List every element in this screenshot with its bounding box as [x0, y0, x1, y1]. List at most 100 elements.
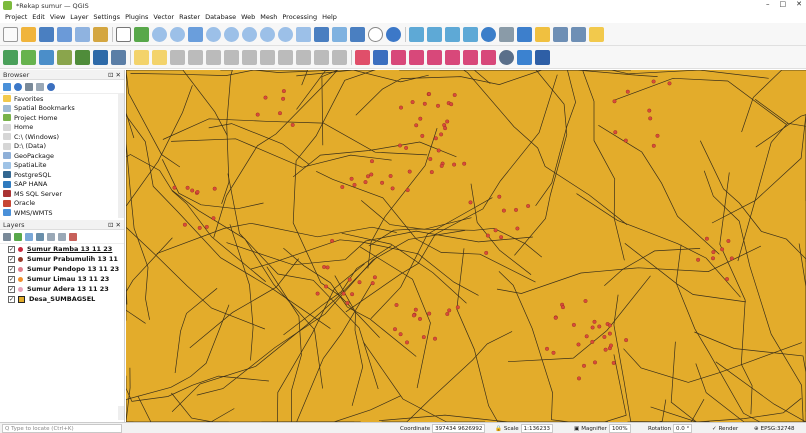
- save-edits-icon[interactable]: [170, 49, 185, 65]
- temporal-controller-icon[interactable]: [368, 26, 383, 42]
- browser-item-oracle[interactable]: Oracle: [0, 199, 124, 209]
- save-as-icon[interactable]: [57, 26, 72, 42]
- scale-lock-icon[interactable]: 🔒: [495, 426, 502, 432]
- menu-processing[interactable]: Processing: [282, 13, 317, 21]
- menu-raster[interactable]: Raster: [179, 13, 200, 21]
- layer-visibility-checkbox[interactable]: ✓: [8, 245, 15, 253]
- sum-icon[interactable]: [535, 26, 550, 42]
- pan-to-selection-icon[interactable]: [134, 26, 149, 42]
- browser-item-saphana[interactable]: SAP HANA: [0, 180, 124, 190]
- field-calculator-icon[interactable]: [481, 26, 496, 42]
- browser-item-geopackage[interactable]: GeoPackage: [0, 151, 124, 161]
- new-geopackage-icon[interactable]: [21, 49, 36, 65]
- layer-desa-sumbagsel[interactable]: ✓ Desa_SUMBAGSEL: [0, 294, 124, 304]
- print-layout-icon[interactable]: [75, 26, 90, 42]
- layer-sumur-pendopo[interactable]: ✓ Sumur Pendopo 13 11 23: [0, 264, 124, 274]
- crs-button[interactable]: EPSG:32748: [761, 426, 795, 432]
- layer-visibility-checkbox[interactable]: ✓: [8, 265, 15, 273]
- filter-icon[interactable]: [25, 82, 33, 91]
- layer-sumur-adera[interactable]: ✓ Sumur Adera 13 11 23: [0, 284, 124, 294]
- layer-visibility-checkbox[interactable]: ✓: [8, 255, 15, 263]
- map-canvas[interactable]: [126, 70, 806, 422]
- browser-item-favorites[interactable]: Favorites: [0, 94, 124, 104]
- pan-icon[interactable]: [116, 26, 131, 42]
- copy-features-icon[interactable]: [278, 49, 293, 65]
- vertex-tool-icon[interactable]: [206, 49, 221, 65]
- browser-item-d-drive[interactable]: D:\ (Data): [0, 142, 124, 152]
- menu-web[interactable]: Web: [241, 13, 255, 21]
- maximize-button[interactable]: □: [780, 0, 787, 8]
- filter-legend-icon[interactable]: [36, 232, 44, 241]
- diagram-move-icon[interactable]: [463, 49, 478, 65]
- menu-view[interactable]: View: [50, 13, 65, 21]
- zoom-in-icon[interactable]: [152, 26, 167, 42]
- new-3d-view-icon[interactable]: [314, 26, 329, 42]
- menu-settings[interactable]: Settings: [93, 13, 120, 21]
- cut-features-icon[interactable]: [260, 49, 275, 65]
- magnifier-value[interactable]: 100%: [608, 424, 631, 433]
- menu-vector[interactable]: Vector: [153, 13, 174, 21]
- refresh-icon[interactable]: [14, 82, 22, 91]
- browser-item-project-home[interactable]: Project Home: [0, 113, 124, 123]
- digitize-icon[interactable]: [188, 49, 203, 65]
- delete-selected-icon[interactable]: [242, 49, 257, 65]
- plugin-icon[interactable]: [499, 49, 514, 65]
- edit-pencil-icon[interactable]: [134, 49, 149, 65]
- browser-item-home[interactable]: Home: [0, 123, 124, 133]
- menu-project[interactable]: Project: [5, 13, 27, 21]
- processing-toolbox-icon[interactable]: [499, 26, 514, 42]
- open-project-icon[interactable]: [21, 26, 36, 42]
- map-tips-icon[interactable]: [589, 26, 604, 42]
- label-pin-icon[interactable]: [373, 49, 388, 65]
- new-shapefile-icon[interactable]: [39, 49, 54, 65]
- layer-sumur-limau[interactable]: ✓ Sumur Limau 13 11 23: [0, 274, 124, 284]
- zoom-native-icon[interactable]: [242, 26, 257, 42]
- add-mesh-icon[interactable]: [111, 49, 126, 65]
- new-project-icon[interactable]: [3, 26, 18, 42]
- layers-scrollbar[interactable]: [118, 406, 124, 420]
- layer-sumur-prabumulih[interactable]: ✓ Sumur Prabumulih 13 11: [0, 254, 124, 264]
- info-icon[interactable]: [47, 82, 55, 91]
- locator-search-input[interactable]: Q Type to locate (Ctrl+K): [2, 424, 122, 433]
- measure-icon[interactable]: [553, 26, 568, 42]
- browser-item-spatialite[interactable]: SpatiaLite: [0, 161, 124, 171]
- manage-visibility-icon[interactable]: [25, 232, 33, 241]
- render-checkbox[interactable]: ✓: [712, 426, 717, 432]
- scale-value[interactable]: 1:136233: [520, 424, 554, 433]
- coordinate-value[interactable]: 397434 9626992: [432, 424, 486, 433]
- panel-close-icon[interactable]: ⊡ ✕: [108, 71, 121, 79]
- zoom-out-icon[interactable]: [170, 26, 185, 42]
- undo-icon[interactable]: [314, 49, 329, 65]
- layout-manager-icon[interactable]: [535, 49, 550, 65]
- redo-icon[interactable]: [332, 49, 347, 65]
- layer-styling-icon[interactable]: [3, 232, 11, 241]
- new-spatialite-icon[interactable]: [57, 49, 72, 65]
- add-raster-icon[interactable]: [93, 49, 108, 65]
- statistics-icon[interactable]: [517, 26, 532, 42]
- toggle-editing-icon[interactable]: [152, 49, 167, 65]
- zoom-full-icon[interactable]: [188, 26, 203, 42]
- deselect-icon[interactable]: [463, 26, 478, 42]
- zoom-last-icon[interactable]: [260, 26, 275, 42]
- browser-item-wms[interactable]: WMS/WMTS: [0, 208, 124, 218]
- zoom-layer-icon[interactable]: [224, 26, 239, 42]
- style-manager-icon[interactable]: [93, 26, 108, 42]
- show-bookmarks-icon[interactable]: [350, 26, 365, 42]
- attribute-table-icon[interactable]: [427, 26, 442, 42]
- panel-close-icon[interactable]: ⊡ ✕: [108, 221, 121, 229]
- menu-edit[interactable]: Edit: [32, 13, 45, 21]
- menu-mesh[interactable]: Mesh: [260, 13, 277, 21]
- remove-layer-icon[interactable]: [69, 232, 77, 241]
- menu-layer[interactable]: Layer: [70, 13, 88, 21]
- layer-visibility-checkbox[interactable]: ✓: [8, 275, 15, 283]
- bookmark-icon[interactable]: [332, 26, 347, 42]
- rotation-value[interactable]: 0.0 °: [673, 424, 693, 433]
- data-source-manager-icon[interactable]: [3, 49, 18, 65]
- browser-item-postgresql[interactable]: PostgreSQL: [0, 170, 124, 180]
- collapse-all-icon[interactable]: [58, 232, 66, 241]
- annotation-icon[interactable]: [571, 26, 586, 42]
- minimize-button[interactable]: –: [766, 0, 770, 8]
- label-tool-icon[interactable]: [355, 49, 370, 65]
- refresh-icon[interactable]: [386, 26, 401, 42]
- collapse-all-icon[interactable]: [36, 82, 44, 91]
